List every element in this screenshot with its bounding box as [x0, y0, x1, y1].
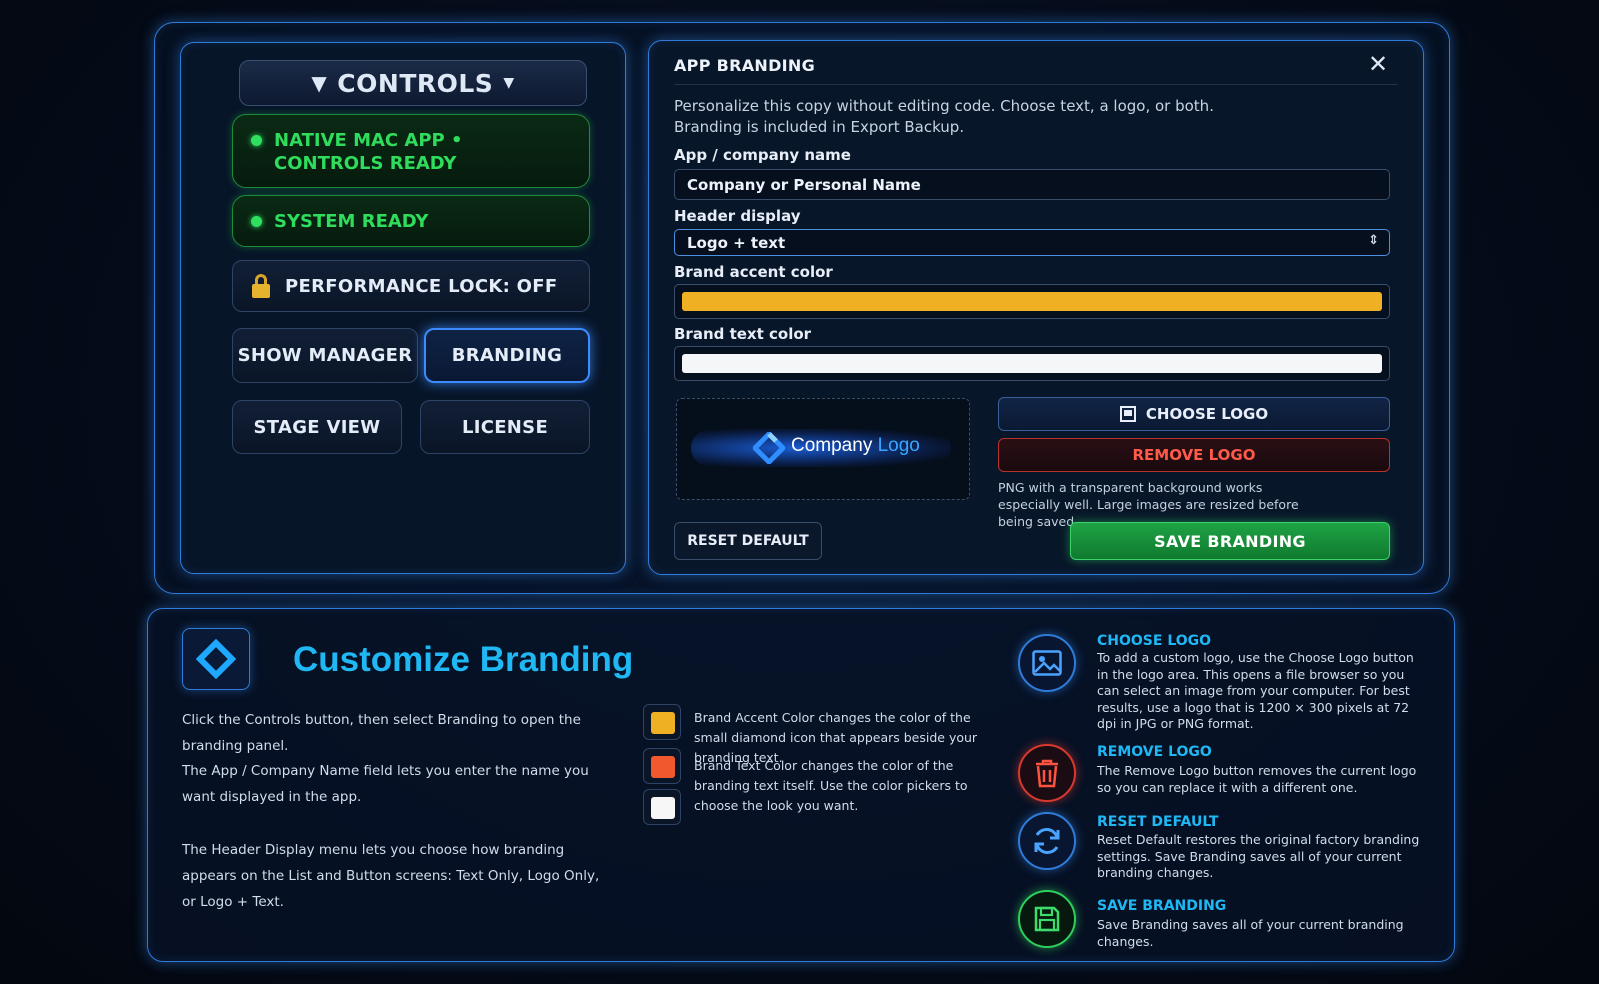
- close-icon[interactable]: ✕: [1368, 50, 1388, 78]
- text-color-label: Brand text color: [674, 325, 812, 343]
- color-chip: [651, 756, 675, 778]
- text-color-sample-light: [643, 789, 681, 825]
- system-status: SYSTEM READY: [232, 195, 590, 247]
- image-icon: [1119, 406, 1136, 422]
- branding-description: Personalize this copy without editing co…: [674, 96, 1214, 138]
- performance-lock-label: PERFORMANCE LOCK: OFF: [285, 275, 558, 297]
- description-line: Personalize this copy without editing co…: [674, 97, 1214, 115]
- license-button[interactable]: LICENSE: [420, 400, 590, 454]
- accent-color-label: Brand accent color: [674, 263, 833, 281]
- info-paragraph: Click the Controls button, then select B…: [182, 712, 581, 754]
- feature-description: Save Branding saves all of your current …: [1097, 917, 1404, 949]
- reset-default-button[interactable]: RESET DEFAULT: [674, 522, 822, 560]
- company-name-label: App / company name: [674, 146, 851, 164]
- image-icon: [1032, 650, 1062, 676]
- save-branding-label: SAVE BRANDING: [1154, 531, 1306, 551]
- show-manager-label: SHOW MANAGER: [237, 345, 413, 366]
- color-chip: [651, 712, 675, 734]
- logo-preview-text: Company Logo: [791, 435, 920, 457]
- select-arrows-icon: ⇕: [1368, 233, 1379, 248]
- divider: [674, 84, 1398, 85]
- feature-title: REMOVE LOGO: [1097, 744, 1212, 760]
- feature-description: To add a custom logo, use the Choose Log…: [1097, 650, 1414, 731]
- branding-button[interactable]: BRANDING: [424, 328, 590, 383]
- stage-view-label: STAGE VIEW: [253, 416, 381, 438]
- floppy-disk-icon: [1034, 906, 1060, 932]
- reset-default-label: RESET DEFAULT: [687, 533, 809, 549]
- info-title: Customize Branding: [293, 640, 634, 679]
- company-name-field[interactable]: Company or Personal Name: [674, 169, 1390, 200]
- logo-word-logo: Logo: [877, 435, 920, 456]
- info-paragraph: The Header Display menu lets you choose …: [182, 842, 600, 910]
- accent-color-picker[interactable]: [674, 284, 1390, 319]
- accent-color-sample: [643, 704, 681, 740]
- native-app-status-text: NATIVE MAC APP • CONTROLS READY: [274, 130, 463, 174]
- branding-panel-title: APP BRANDING: [674, 56, 816, 75]
- status-dot-icon: [251, 135, 262, 146]
- brand-logo-box: [182, 628, 250, 690]
- stage-view-button[interactable]: STAGE VIEW: [232, 400, 402, 454]
- performance-lock-button[interactable]: PERFORMANCE LOCK: OFF: [232, 260, 590, 312]
- color-chip: [651, 797, 675, 819]
- controls-title: CONTROLS: [337, 68, 494, 98]
- text-color-swatch: [682, 354, 1382, 373]
- logo-word-company: Company: [791, 435, 873, 456]
- text-color-explanation: Brand Text Color changes the color of th…: [694, 758, 968, 813]
- choose-logo-label: CHOOSE LOGO: [1145, 405, 1269, 423]
- remove-logo-button[interactable]: REMOVE LOGO: [998, 438, 1390, 472]
- system-status-text: SYSTEM READY: [274, 211, 429, 232]
- choose-logo-button[interactable]: CHOOSE LOGO: [998, 397, 1390, 431]
- description-line: Branding is included in Export Backup.: [674, 118, 965, 136]
- feature-description: The Remove Logo button removes the curre…: [1097, 763, 1417, 795]
- header-display-label: Header display: [674, 207, 801, 225]
- show-manager-button[interactable]: SHOW MANAGER: [232, 328, 418, 383]
- reset-default-feature-icon: [1018, 812, 1076, 870]
- trash-icon: [1036, 759, 1058, 788]
- refresh-icon: [1034, 828, 1060, 854]
- feature-description: Reset Default restores the original fact…: [1097, 832, 1420, 880]
- text-color-sample: [643, 748, 681, 784]
- license-label: LICENSE: [461, 416, 549, 438]
- feature-title: CHOOSE LOGO: [1097, 633, 1212, 649]
- controls-menu-button[interactable]: ▼ CONTROLS ▼: [239, 60, 587, 106]
- chevron-down-icon: ▼: [503, 75, 515, 91]
- choose-logo-feature-icon: [1018, 634, 1076, 692]
- accent-color-swatch: [682, 292, 1382, 311]
- save-branding-button[interactable]: SAVE BRANDING: [1070, 522, 1390, 560]
- branding-label: BRANDING: [451, 345, 563, 366]
- diamond-logo-icon: [753, 432, 785, 464]
- feature-title: SAVE BRANDING: [1097, 898, 1227, 914]
- native-app-status: NATIVE MAC APP • CONTROLS READY: [232, 114, 590, 188]
- save-branding-feature-icon: [1018, 890, 1076, 948]
- info-paragraph: The App / Company Name field lets you en…: [182, 763, 589, 805]
- remove-logo-feature-icon: [1018, 744, 1076, 802]
- triangle-down-icon: ▼: [311, 71, 328, 95]
- diamond-logo-icon: [196, 639, 236, 679]
- status-dot-icon: [251, 216, 262, 227]
- feature-title: RESET DEFAULT: [1097, 814, 1219, 830]
- header-display-select[interactable]: Logo + text ⇕: [674, 229, 1390, 256]
- remove-logo-label: REMOVE LOGO: [1132, 446, 1256, 464]
- text-color-picker[interactable]: [674, 346, 1390, 381]
- header-display-value: Logo + text: [687, 234, 786, 252]
- lock-icon: [251, 274, 271, 298]
- company-name-value: Company or Personal Name: [687, 176, 921, 194]
- logo-preview: Company Logo: [676, 398, 970, 500]
